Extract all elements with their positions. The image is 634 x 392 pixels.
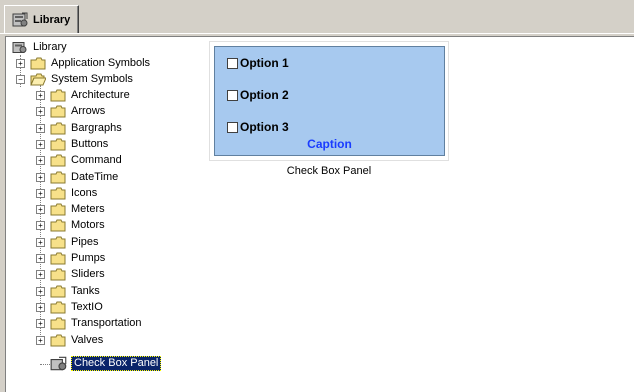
expand-toggle[interactable]: + <box>36 124 45 133</box>
tree-node-system-symbols[interactable]: System Symbols <box>30 71 135 87</box>
expand-toggle[interactable]: + <box>36 91 45 100</box>
folder-icon <box>50 317 66 329</box>
tree-node-icons[interactable]: Icons <box>50 185 99 201</box>
panel-caption: Caption <box>307 137 352 151</box>
expand-toggle[interactable]: + <box>36 221 45 230</box>
library-icon <box>12 12 28 26</box>
tree-node-library[interactable]: Library <box>12 39 69 55</box>
checkbox-3 <box>227 121 238 133</box>
tree-node-bargraphs[interactable]: Bargraphs <box>50 120 124 136</box>
checkbox-1 <box>227 57 238 69</box>
expand-toggle[interactable]: + <box>36 107 45 116</box>
symbol-icon <box>50 356 67 370</box>
tree-node-pipes[interactable]: Pipes <box>50 234 101 250</box>
expand-toggle[interactable]: + <box>36 238 45 247</box>
tree-node-sliders[interactable]: Sliders <box>50 266 107 282</box>
folder-icon <box>50 301 66 313</box>
thumbnail-label: Check Box Panel <box>286 165 372 177</box>
tree-node-check-box-panel[interactable]: Check Box Panel <box>50 355 162 371</box>
folder-icon <box>50 252 66 264</box>
library-icon <box>12 42 27 53</box>
expand-toggle[interactable]: + <box>36 173 45 182</box>
folder-icon <box>50 105 66 117</box>
expand-toggle[interactable]: + <box>36 336 45 345</box>
collapse-toggle[interactable]: − <box>16 75 25 84</box>
tree-node-architecture[interactable]: Architecture <box>50 87 132 103</box>
tree-line <box>40 364 50 365</box>
folder-icon <box>50 285 66 297</box>
tree-node-valves[interactable]: Valves <box>50 332 105 348</box>
expand-toggle[interactable]: + <box>36 189 45 198</box>
option-2: Option 2 <box>227 88 289 102</box>
expand-toggle[interactable]: + <box>36 140 45 149</box>
tree-node-textio[interactable]: TextIO <box>50 299 105 315</box>
folder-icon <box>50 138 66 150</box>
tree-node-command[interactable]: Command <box>50 152 124 168</box>
tree-node-meters[interactable]: Meters <box>50 201 107 217</box>
folder-icon <box>50 154 66 166</box>
expand-toggle[interactable]: + <box>36 156 45 165</box>
tab-strip: Library <box>0 0 634 36</box>
option-3: Option 3 <box>227 120 289 134</box>
expand-toggle[interactable]: + <box>36 270 45 279</box>
tree-node-buttons[interactable]: Buttons <box>50 136 110 152</box>
folder-icon <box>50 187 66 199</box>
tree-node-arrows[interactable]: Arrows <box>50 103 107 119</box>
open-folder-icon <box>30 73 46 85</box>
folder-icon <box>50 236 66 248</box>
expand-toggle[interactable]: + <box>36 319 45 328</box>
tree-node-pumps[interactable]: Pumps <box>50 250 107 266</box>
tree-node-motors[interactable]: Motors <box>50 217 107 233</box>
symbol-thumbnail[interactable]: Option 1 Option 2 Option 3 Caption <box>209 41 449 161</box>
tab-library-label: Library <box>33 13 71 26</box>
tab-library[interactable]: Library <box>4 5 79 33</box>
library-tree[interactable]: Library + Application Symbols − System S… <box>5 36 205 392</box>
folder-icon <box>50 171 66 183</box>
tree-node-application-symbols[interactable]: Application Symbols <box>30 55 152 71</box>
tree-node-datetime[interactable]: DateTime <box>50 169 120 185</box>
expand-toggle[interactable]: + <box>36 254 45 263</box>
tree-node-tanks[interactable]: Tanks <box>50 283 102 299</box>
folder-icon <box>50 89 66 101</box>
checkbox-2 <box>227 89 238 101</box>
folder-icon <box>50 334 66 346</box>
expand-toggle[interactable]: + <box>36 287 45 296</box>
symbol-preview-pane: Option 1 Option 2 Option 3 Caption Check… <box>205 36 634 392</box>
folder-icon <box>50 219 66 231</box>
expand-toggle[interactable]: + <box>36 303 45 312</box>
folder-icon <box>50 122 66 134</box>
expand-toggle[interactable]: + <box>36 205 45 214</box>
check-box-panel-preview: Option 1 Option 2 Option 3 Caption <box>214 46 445 156</box>
tree-node-transportation[interactable]: Transportation <box>50 315 144 331</box>
folder-icon <box>50 268 66 280</box>
option-1: Option 1 <box>227 56 289 70</box>
folder-icon <box>50 203 66 215</box>
tab-divider <box>0 33 634 34</box>
folder-icon <box>30 57 46 69</box>
expand-toggle[interactable]: + <box>16 59 25 68</box>
